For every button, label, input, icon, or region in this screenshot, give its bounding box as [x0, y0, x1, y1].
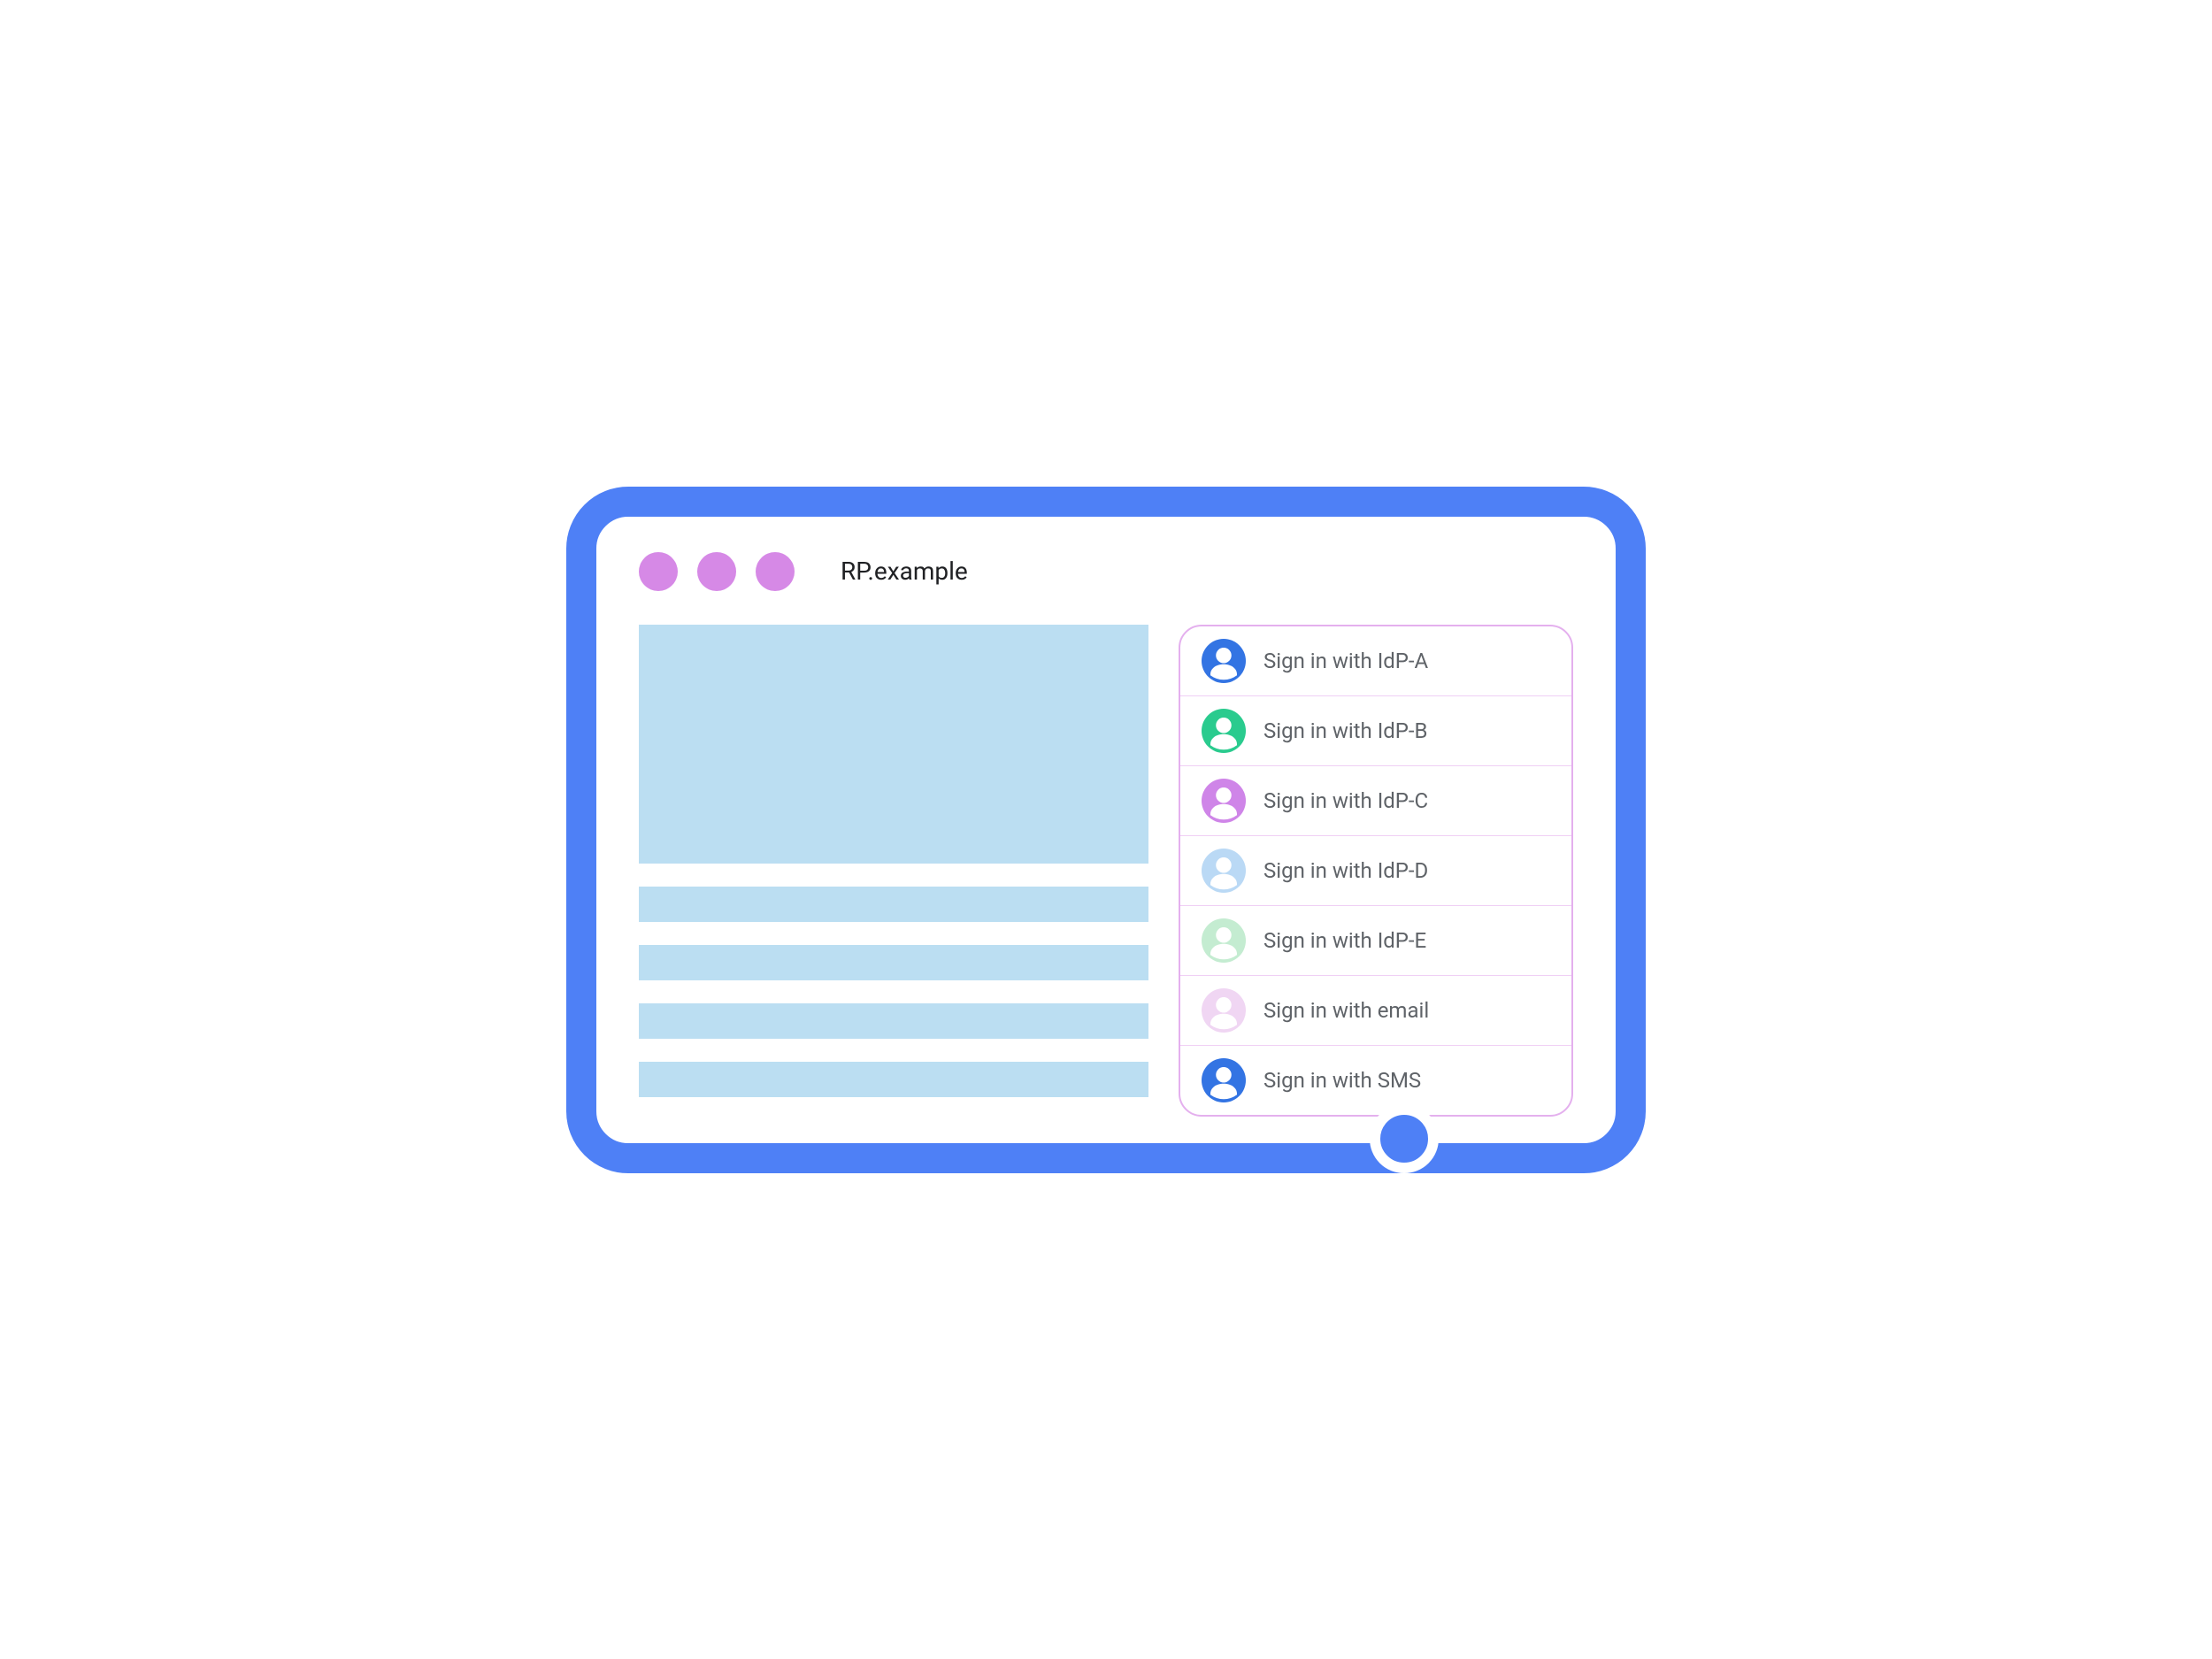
signin-option-idp-a[interactable]: Sign in with IdP-A [1180, 626, 1571, 696]
person-icon [1202, 988, 1246, 1033]
title-bar: RP.example [639, 552, 1573, 591]
main-content-placeholder [639, 625, 1148, 1097]
signin-label: Sign in with SMS [1263, 1068, 1421, 1093]
person-icon [1202, 918, 1246, 963]
person-icon [1202, 639, 1246, 683]
text-placeholder [639, 1062, 1148, 1097]
window-control-dot [756, 552, 795, 591]
text-placeholder [639, 1003, 1148, 1039]
tablet-frame: RP.example Sign in with IdP-A [566, 487, 1646, 1173]
signin-option-idp-c[interactable]: Sign in with IdP-C [1180, 766, 1571, 836]
browser-window: RP.example Sign in with IdP-A [596, 517, 1616, 1143]
hero-placeholder [639, 625, 1148, 864]
content-row: Sign in with IdP-A Sign in with IdP-B Si… [639, 625, 1573, 1117]
signin-option-sms[interactable]: Sign in with SMS [1180, 1046, 1571, 1115]
signin-option-idp-b[interactable]: Sign in with IdP-B [1180, 696, 1571, 766]
person-icon [1202, 849, 1246, 893]
window-control-dot [639, 552, 678, 591]
text-placeholder [639, 887, 1148, 922]
signin-label: Sign in with IdP-D [1263, 858, 1428, 883]
signin-panel: Sign in with IdP-A Sign in with IdP-B Si… [1179, 625, 1573, 1117]
signin-option-idp-e[interactable]: Sign in with IdP-E [1180, 906, 1571, 976]
signin-label: Sign in with IdP-B [1263, 718, 1428, 743]
signin-option-idp-d[interactable]: Sign in with IdP-D [1180, 836, 1571, 906]
signin-label: Sign in with IdP-E [1263, 928, 1426, 953]
page-title: RP.example [841, 557, 968, 586]
window-control-dot [697, 552, 736, 591]
text-placeholder [639, 945, 1148, 980]
person-icon [1202, 709, 1246, 753]
signin-label: Sign in with IdP-A [1263, 649, 1428, 673]
person-icon [1202, 1058, 1246, 1102]
signin-option-email[interactable]: Sign in with email [1180, 976, 1571, 1046]
signin-label: Sign in with email [1263, 998, 1429, 1023]
person-icon [1202, 779, 1246, 823]
signin-label: Sign in with IdP-C [1263, 788, 1428, 813]
